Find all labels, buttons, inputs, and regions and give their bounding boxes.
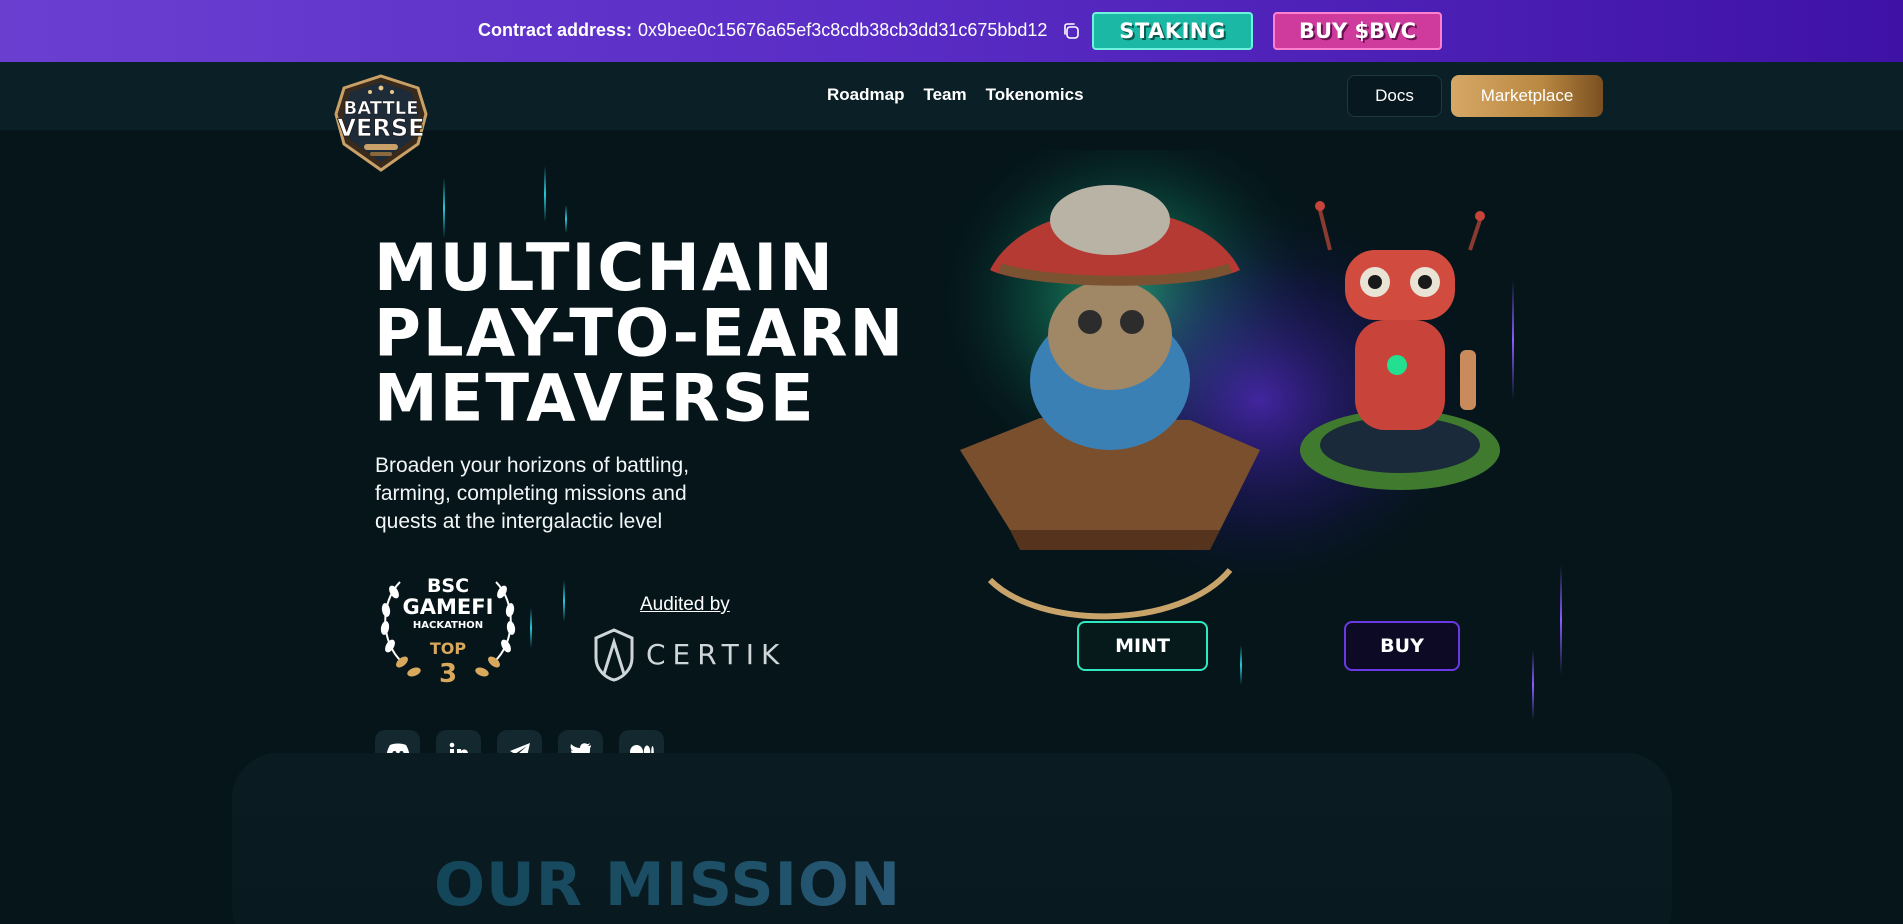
battleverse-logo[interactable]: BATTLE VERSE xyxy=(326,74,436,172)
award-line-top: TOP xyxy=(430,639,467,658)
light-streak xyxy=(1532,650,1534,720)
light-streak xyxy=(530,608,532,648)
certik-logo[interactable]: CERTIK xyxy=(590,628,790,682)
contract-label: Contract address: xyxy=(478,20,633,40)
buy-bvc-button[interactable]: BUY $BVC xyxy=(1273,12,1442,50)
light-streak xyxy=(565,205,567,233)
hero-subtitle-line: farming, completing missions and xyxy=(375,482,687,505)
hero-subtitle-line: Broaden your horizons of battling, xyxy=(375,454,690,477)
audited-by-link[interactable]: Audited by xyxy=(640,594,730,616)
award-line-hackathon: HACKATHON xyxy=(413,620,483,631)
light-streak xyxy=(544,166,546,222)
certik-wordmark: CERTIK xyxy=(646,638,786,671)
mint-button[interactable]: MINT xyxy=(1077,621,1208,671)
contract-banner: Contract address: 0x9bee0c15676a65ef3c8c… xyxy=(0,0,1903,62)
main-nav: Roadmap Team Tokenomics xyxy=(827,85,1084,105)
staking-button[interactable]: STAKING xyxy=(1092,12,1253,50)
buy-button[interactable]: BUY xyxy=(1344,621,1460,671)
mission-title: OUR MISSION xyxy=(434,850,902,920)
light-streak xyxy=(1560,565,1562,675)
contract-address: 0x9bee0c15676a65ef3c8cdb38cb3dd31c675bbd… xyxy=(638,20,1048,40)
copy-icon[interactable] xyxy=(1061,21,1081,41)
bsc-gamefi-award-badge: BSC GAMEFI HACKATHON TOP 3 xyxy=(380,575,516,686)
marketplace-button[interactable]: Marketplace xyxy=(1451,75,1603,117)
award-line-gamefi: GAMEFI xyxy=(403,595,494,619)
light-streak xyxy=(443,178,445,238)
hero-subtitle-line: quests at the intergalactic level xyxy=(375,510,663,533)
nav-link-roadmap[interactable]: Roadmap xyxy=(827,85,904,105)
award-line-bsc: BSC xyxy=(427,575,469,597)
contract-address-row: Contract address: 0x9bee0c15676a65ef3c8c… xyxy=(478,20,1081,41)
light-streak xyxy=(1240,645,1242,685)
docs-button[interactable]: Docs xyxy=(1347,75,1442,117)
award-line-rank: 3 xyxy=(439,659,457,686)
nav-link-tokenomics[interactable]: Tokenomics xyxy=(986,85,1084,105)
hero-characters-illustration xyxy=(930,150,1500,620)
light-streak xyxy=(563,580,565,622)
nav-link-team[interactable]: Team xyxy=(923,85,966,105)
hero-subtitle: Broaden your horizons of battling, farmi… xyxy=(375,452,765,536)
logo-text-bottom: VERSE xyxy=(337,114,424,142)
